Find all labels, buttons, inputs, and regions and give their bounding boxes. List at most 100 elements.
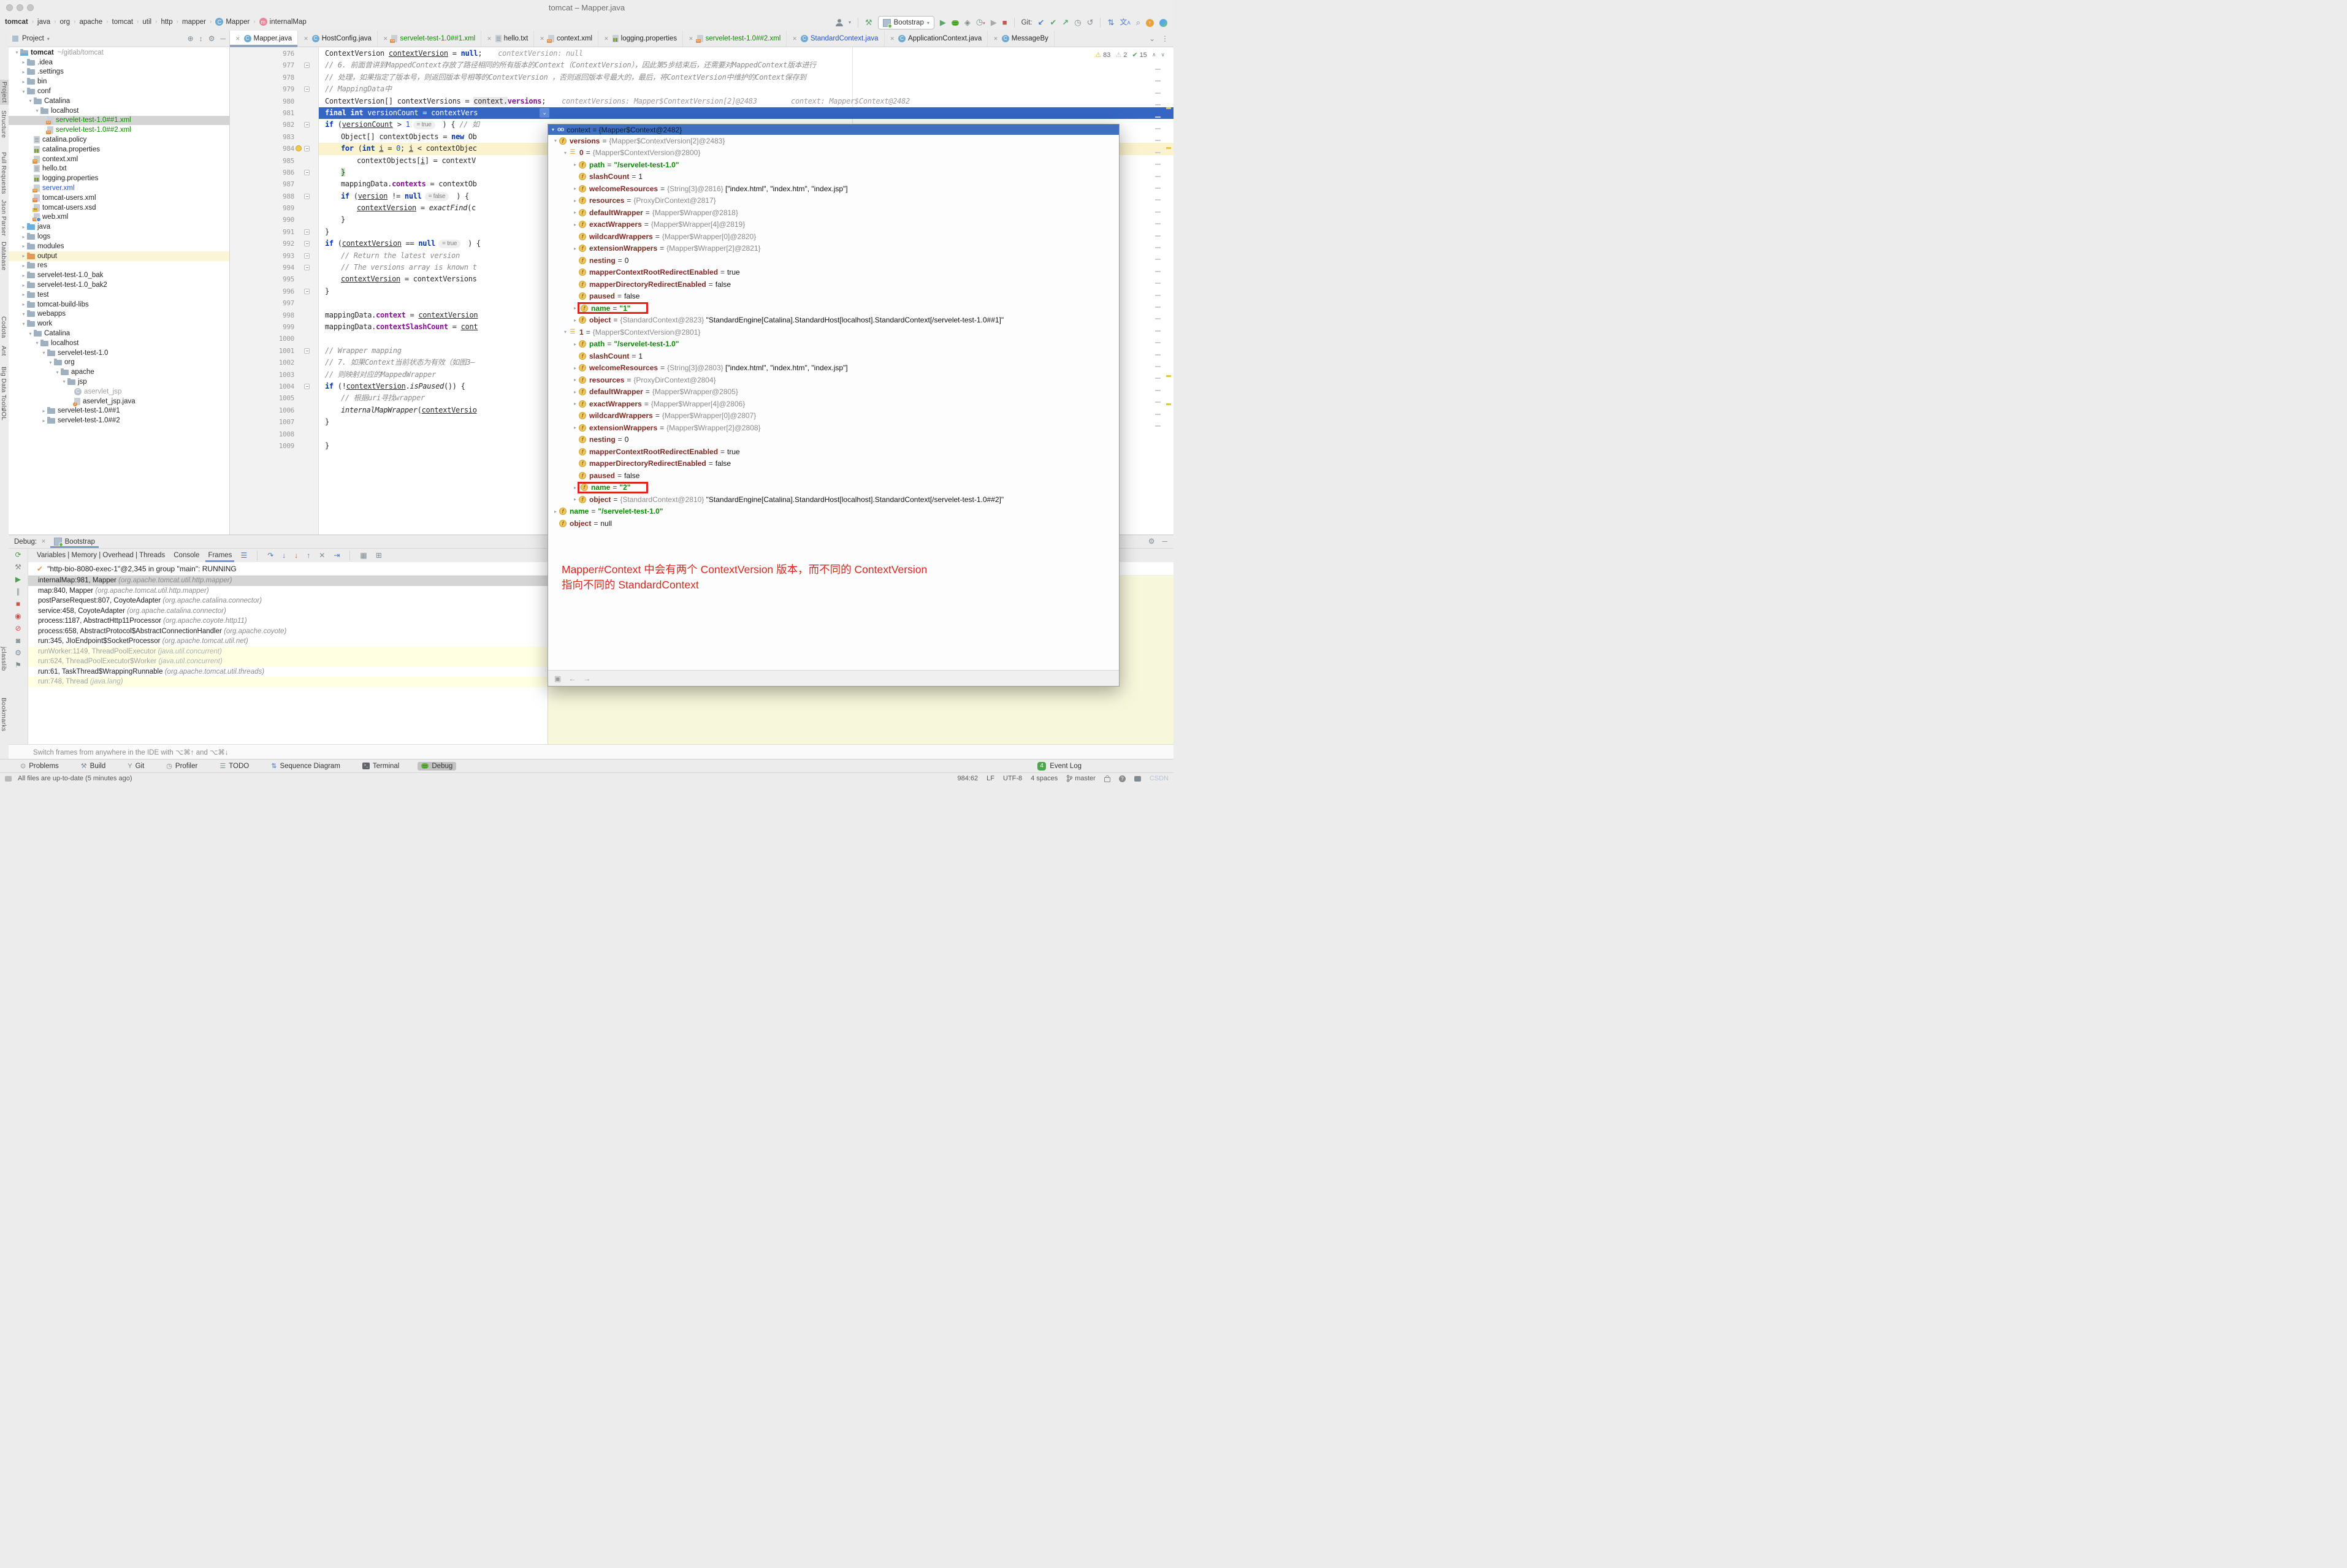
editor-tab[interactable]: ✕CHostConfig.java [298, 31, 378, 47]
tree-row[interactable]: ▾apache [9, 367, 229, 377]
mute-breakpoints-icon[interactable]: ⊘ [15, 625, 21, 633]
chevron-down-icon[interactable]: ▾ [47, 36, 50, 42]
popup-variable-row[interactable]: ▾☰1={Mapper$ContextVersion@2801} [548, 326, 1119, 338]
layout-menu-icon[interactable]: ☰ [240, 551, 247, 560]
event-log-button[interactable]: Event Log [1050, 763, 1082, 770]
frame-row[interactable]: runWorker:1149, ThreadPoolExecutor (java… [28, 647, 548, 657]
close-icon[interactable]: ✕ [890, 36, 895, 42]
tree-row[interactable]: Jaservlet_jsp.java [9, 397, 229, 406]
tabs-overflow-icon[interactable]: ⌄ [1149, 34, 1155, 43]
tree-row[interactable]: ▸servelet-test-1.0##2 [9, 416, 229, 425]
tree-row[interactable]: ▾org [9, 358, 229, 368]
popup-variable-row[interactable]: ▾fversions={Mapper$ContextVersion[2]@248… [548, 135, 1119, 147]
pause-icon[interactable]: ∥ [17, 588, 20, 596]
expand-collapse-icon[interactable]: ↕ [199, 34, 203, 43]
editor-tab[interactable]: ✕<>servelet-test-1.0##2.xml [683, 31, 787, 47]
view-breakpoints-icon[interactable]: ◉ [15, 612, 21, 620]
toolwindow-button-sequence-diagram[interactable]: ⇅Sequence Diagram [267, 761, 344, 771]
fold-marker[interactable] [304, 253, 310, 259]
tree-row[interactable]: xstomcat-users.xsd [9, 203, 229, 213]
editor-tab[interactable]: ✕logging.properties [598, 31, 683, 47]
tree-row[interactable]: ▸logs [9, 232, 229, 242]
editor-tab[interactable]: ✕CMessageBy [988, 31, 1055, 47]
popup-variable-row[interactable]: fwildcardWrappers={Mapper$Wrapper[0]@280… [548, 410, 1119, 422]
update-available-icon[interactable]: ↑ [1146, 19, 1154, 27]
breadcrumb-item[interactable]: http [161, 18, 172, 26]
lock-icon[interactable] [1104, 777, 1110, 782]
tree-row[interactable]: ▾conf [9, 86, 229, 96]
popup-variable-row[interactable]: ▸fobject={StandardContext@2810} "Standar… [548, 493, 1119, 506]
fold-marker[interactable] [304, 348, 310, 354]
tree-row[interactable]: ▾work [9, 319, 229, 329]
code-line[interactable]: 977// 6. 前面曾讲到MappedContext存放了路径相同的所有版本的… [230, 59, 1174, 71]
rerun-icon[interactable]: ⟳ [15, 551, 21, 559]
popup-variable-row[interactable]: ▸fresources={ProxyDirContext@2817} [548, 195, 1119, 207]
tree-row[interactable]: logging.properties [9, 173, 229, 183]
editor-tab[interactable]: ✕CApplicationContext.java [885, 31, 988, 47]
popup-variable-row[interactable]: ▸fpath="/servelet-test-1.0" [548, 338, 1119, 351]
tool-strip-codota[interactable]: Codota [0, 316, 7, 338]
code-line[interactable]: 978// 处理，如果指定了版本号，则返回版本号相等的ContextVersio… [230, 72, 1174, 83]
fold-marker[interactable] [304, 229, 310, 235]
code-line[interactable]: 979// MappingData中 [230, 83, 1174, 95]
tree-row[interactable]: hello.txt [9, 164, 229, 174]
line-separator[interactable]: LF [987, 775, 994, 782]
tool-strip-big-data-tools[interactable]: Big Data Tools [0, 367, 7, 411]
breadcrumb-item[interactable]: tomcat [5, 18, 28, 26]
editor-tab[interactable]: ✕hello.txt [481, 31, 534, 47]
popup-variable-row[interactable]: ▸fwelcomeResources={String[3]@2803} ["in… [548, 362, 1119, 375]
tree-row[interactable]: catalina.properties [9, 145, 229, 154]
tree-row[interactable]: ▾servelet-test-1.0 [9, 348, 229, 358]
search-icon[interactable]: ⌕ [1136, 16, 1140, 29]
popup-header[interactable]: ▾ oo context = {Mapper$Context@2482} [548, 124, 1119, 135]
frame-row[interactable]: process:658, AbstractProtocol$AbstractCo… [28, 626, 548, 637]
tree-row[interactable]: <>servelet-test-1.0##1.xml [9, 116, 229, 126]
popup-variable-row[interactable]: ▸fpath="/servelet-test-1.0" [548, 159, 1119, 171]
popup-variable-row[interactable]: fslashCount=1 [548, 171, 1119, 183]
step-out-icon[interactable]: ↑ [307, 551, 310, 560]
frame-row[interactable]: run:748, Thread (java.lang) [28, 677, 548, 687]
tree-row[interactable]: ▸.idea [9, 58, 229, 67]
close-icon[interactable]: ✕ [303, 36, 308, 42]
prev-issue-icon[interactable]: ∧ [1152, 51, 1156, 58]
popup-variable-row[interactable]: fobject=null [548, 517, 1119, 530]
fold-marker[interactable] [304, 63, 310, 68]
popup-variable-row[interactable]: ▸fobject={StandardContext@2823} "Standar… [548, 314, 1119, 327]
breadcrumb-item[interactable]: mapper [182, 18, 206, 26]
restore-layout-icon[interactable]: ⊞ [376, 551, 382, 560]
popup-variable-row[interactable]: fmapperDirectoryRedirectEnabled=false [548, 278, 1119, 291]
step-over-icon[interactable]: ↷ [267, 551, 273, 560]
tree-row[interactable]: ▸output [9, 251, 229, 261]
tree-row[interactable]: ▾Catalina [9, 96, 229, 106]
gear-icon[interactable]: ⚙ [208, 34, 215, 43]
tree-row[interactable]: ▸java [9, 222, 229, 232]
popup-variable-row[interactable]: ▸fextensionWrappers={Mapper$Wrapper[2]@2… [548, 243, 1119, 255]
editor-tab[interactable]: ✕CStandardContext.java [787, 31, 884, 47]
stop-button[interactable]: ■ [1002, 16, 1007, 29]
popup-variable-row[interactable]: ▸fexactWrappers={Mapper$Wrapper[4]@2806} [548, 398, 1119, 410]
popup-variable-row[interactable]: fmapperDirectoryRedirectEnabled=false [548, 458, 1119, 470]
popup-variable-row[interactable]: ▾☰0={Mapper$ContextVersion@2800} [548, 147, 1119, 159]
chevron-down-icon[interactable]: ▾ [849, 16, 851, 29]
code-line[interactable]: 976ContextVersion contextVersion = null;… [230, 48, 1174, 59]
tree-row[interactable]: ▸modules [9, 242, 229, 251]
build-hammer-icon[interactable]: ⚒ [865, 16, 872, 29]
close-icon[interactable]: ✕ [540, 36, 544, 42]
next-issue-icon[interactable]: ∨ [1161, 51, 1165, 58]
frame-row[interactable]: internalMap:981, Mapper (org.apache.tomc… [28, 576, 548, 586]
tree-row[interactable]: ▾Catalina [9, 329, 229, 338]
tree-row[interactable]: <>server.xml [9, 183, 229, 193]
stop-icon[interactable]: ■ [16, 600, 20, 608]
step-into-icon[interactable]: ↓ [282, 551, 286, 560]
tree-row[interactable]: <>web.xml [9, 213, 229, 223]
code-with-me-icon[interactable] [1159, 19, 1167, 27]
tree-row[interactable]: ▾webapps [9, 310, 229, 319]
tabs-menu-icon[interactable]: ⋮ [1161, 34, 1169, 43]
tree-row[interactable]: <>context.xml [9, 154, 229, 164]
tool-strip-project[interactable]: Project [0, 80, 9, 105]
breadcrumb-item[interactable]: java [37, 18, 50, 26]
code-line[interactable]: 980ContextVersion[] contextVersions = co… [230, 96, 1174, 107]
toolwindow-button-profiler[interactable]: ◷Profiler [162, 761, 201, 771]
breadcrumb-item[interactable]: tomcat [112, 18, 134, 26]
pin-icon[interactable]: ⚑ [15, 661, 21, 669]
